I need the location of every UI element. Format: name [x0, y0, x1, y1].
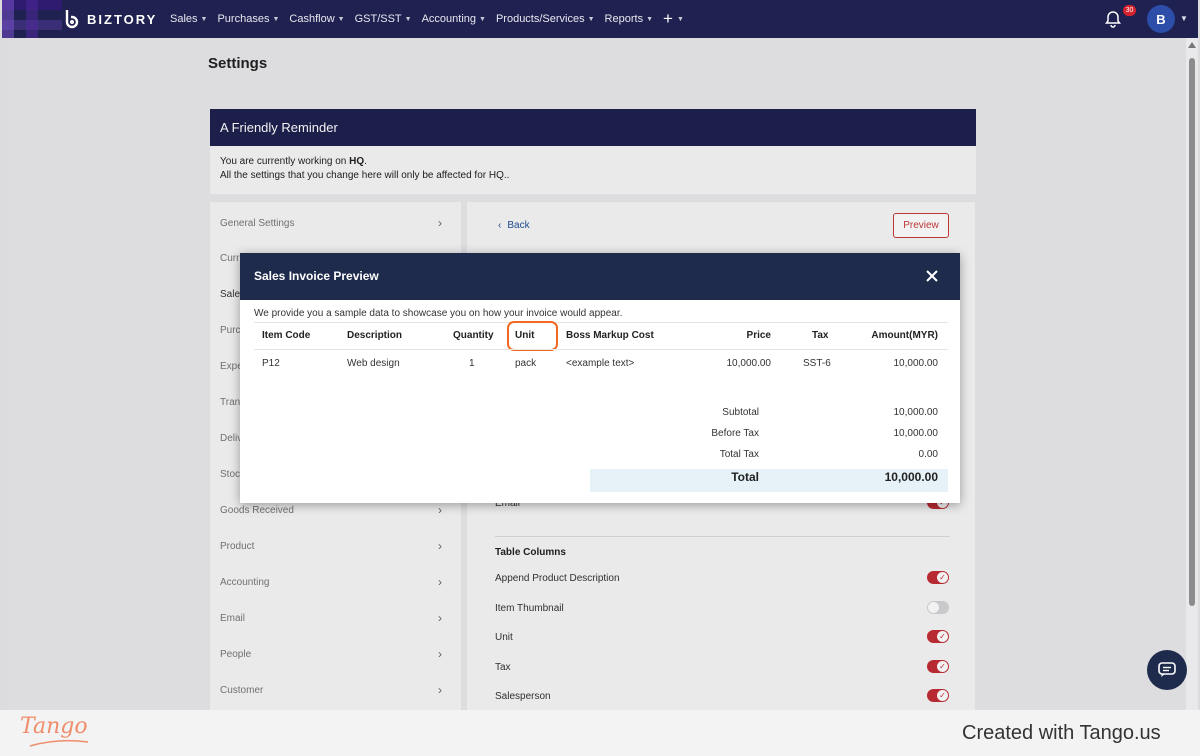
- plus-icon: +: [663, 9, 673, 28]
- menu-label: Cashflow: [289, 13, 335, 25]
- modal-title: Sales Invoice Preview: [254, 269, 379, 283]
- modal-intro-text: We provide you a sample data to showcase…: [254, 308, 623, 319]
- total-tax-label: Total Tax: [719, 449, 759, 460]
- user-avatar[interactable]: B: [1147, 5, 1175, 33]
- menu-accounting[interactable]: Accounting ▼: [422, 13, 486, 25]
- total-label: Total: [731, 470, 759, 484]
- menu-reports[interactable]: Reports ▼: [605, 13, 653, 25]
- chevron-down-icon: ▼: [200, 15, 208, 23]
- column-header-item-code: Item Code: [262, 330, 311, 341]
- cell-item-code: P12: [262, 358, 280, 369]
- menu-label: Accounting: [421, 13, 477, 25]
- brand-name: BIZTORY: [87, 11, 158, 27]
- column-header-tax: Tax: [812, 330, 829, 341]
- column-header-boss-markup-cost: Boss Markup Cost: [566, 330, 654, 341]
- menu-gst-sst[interactable]: GST/SST ▼: [355, 13, 412, 25]
- menu-label: Purchases: [217, 13, 270, 25]
- chevron-down-icon[interactable]: ▼: [1180, 14, 1188, 23]
- total-tax-value: 0.00: [918, 449, 938, 460]
- menu-add[interactable]: + ▼: [663, 9, 684, 29]
- page-scrollbar[interactable]: [1186, 38, 1198, 710]
- brand-logo[interactable]: BIZTORY: [64, 9, 157, 29]
- table-header-top-border: [254, 322, 948, 323]
- chevron-down-icon: ▼: [337, 15, 345, 23]
- cell-quantity: 1: [469, 358, 475, 369]
- chevron-down-icon: ▼: [646, 15, 654, 23]
- created-with-tango: Created with Tango.us: [962, 722, 1161, 744]
- chevron-down-icon: ▼: [479, 15, 486, 23]
- total-value: 10,000.00: [884, 470, 938, 484]
- menu-label: Reports: [604, 13, 644, 25]
- close-icon[interactable]: [924, 268, 940, 284]
- top-navbar: BIZTORY Sales ▼ Purchases ▼ Cashflow ▼ GST/…: [2, 0, 1198, 38]
- modal-header: Sales Invoice Preview: [240, 253, 960, 300]
- column-header-price: Price: [746, 330, 771, 341]
- cell-amount: 10,000.00: [893, 358, 939, 369]
- sales-invoice-preview-modal: Sales Invoice Preview We provide you a s…: [240, 253, 960, 503]
- menu-purchases[interactable]: Purchases ▼: [217, 13, 279, 25]
- unit-column-highlight: [507, 321, 558, 351]
- tango-swoosh-decoration: [29, 739, 89, 747]
- chevron-down-icon: ▼: [676, 15, 684, 23]
- menu-label: Products/Services: [495, 13, 585, 25]
- chat-button[interactable]: [1147, 650, 1187, 690]
- cell-boss-markup-cost: <example text>: [566, 358, 635, 369]
- tango-logo: Tango: [20, 714, 88, 739]
- chevron-down-icon: ▼: [587, 15, 595, 23]
- cell-price: 10,000.00: [726, 358, 772, 369]
- menu-label: GST/SST: [354, 13, 402, 25]
- menu-label: Sales: [170, 13, 198, 25]
- column-header-description: Description: [347, 330, 403, 341]
- table-header-bottom-border: [254, 349, 948, 350]
- column-header-amount: Amount(MYR): [871, 330, 938, 341]
- chevron-down-icon: ▼: [272, 15, 280, 23]
- bell-icon[interactable]: [1104, 10, 1122, 28]
- before-tax-label: Before Tax: [711, 428, 759, 439]
- biztory-logo-icon: [65, 10, 79, 29]
- cell-unit: pack: [515, 358, 537, 369]
- logo-mosaic-decoration: [2, 0, 62, 38]
- menu-sales[interactable]: Sales ▼: [170, 13, 207, 25]
- chat-icon: [1158, 662, 1176, 677]
- scroll-up-arrow-icon[interactable]: [1188, 42, 1196, 48]
- cell-description: Web design: [347, 358, 400, 369]
- menu-cashflow[interactable]: Cashflow ▼: [289, 13, 344, 25]
- column-header-quantity: Quantity: [453, 330, 494, 341]
- subtotal-label: Subtotal: [722, 407, 759, 418]
- main-menu: Sales ▼ Purchases ▼ Cashflow ▼ GST/SST ▼ Acc…: [170, 0, 684, 38]
- chevron-down-icon: ▼: [404, 15, 412, 23]
- before-tax-value: 10,000.00: [893, 428, 939, 439]
- subtotal-value: 10,000.00: [893, 407, 939, 418]
- scroll-thumb[interactable]: [1189, 58, 1195, 606]
- notification-badge: 30: [1123, 5, 1136, 16]
- menu-products-services[interactable]: Products/Services ▼: [496, 13, 595, 25]
- cell-tax: SST-6: [803, 358, 831, 369]
